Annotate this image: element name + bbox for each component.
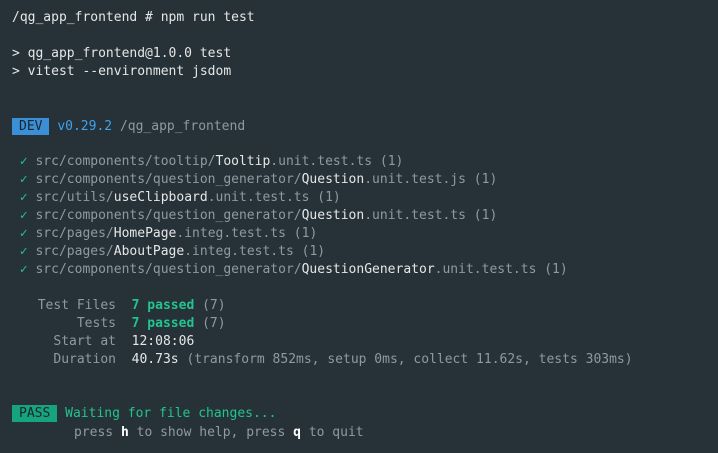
test-file-suffix: .unit.test.ts bbox=[270, 154, 373, 169]
waiting-text: Waiting for file changes... bbox=[65, 406, 277, 421]
test-result-row: ✓ src/pages/AboutPage.integ.test.ts (1) bbox=[12, 243, 325, 261]
quit-key: q bbox=[293, 425, 301, 440]
test-file-name: Tooltip bbox=[215, 154, 271, 169]
check-icon: ✓ bbox=[19, 226, 28, 241]
test-count: (1) bbox=[473, 172, 498, 187]
test-file-dir: src/components/question_generator/ bbox=[35, 172, 302, 187]
test-file-name: HomePage bbox=[113, 226, 177, 241]
test-file-suffix: .unit.test.ts bbox=[364, 208, 466, 223]
start-value: 12:08:06 bbox=[131, 334, 195, 349]
help-text-mid: to show help, press bbox=[128, 425, 294, 440]
test-count: (1) bbox=[473, 208, 498, 223]
duration-label: Duration bbox=[53, 352, 116, 367]
test-result-row: ✓ src/components/question_generator/Ques… bbox=[12, 261, 568, 279]
test-file-dir: src/components/question_generator/ bbox=[35, 208, 302, 223]
test-files-result: 7 passed bbox=[131, 298, 195, 313]
test-file-dir: src/pages/ bbox=[35, 244, 114, 259]
dev-mode-badge: DEV bbox=[12, 118, 50, 135]
test-file-suffix: .unit.test.js bbox=[364, 172, 466, 187]
help-hint-line: press h to show help, press q to quit bbox=[12, 424, 364, 442]
test-file-suffix: .unit.test.ts bbox=[434, 262, 537, 277]
check-icon: ✓ bbox=[19, 262, 28, 277]
test-file-dir: src/components/question_generator/ bbox=[35, 262, 302, 277]
test-file-name: QuestionGenerator bbox=[301, 262, 435, 277]
help-text-pre: press bbox=[74, 425, 121, 440]
test-file-name: Question bbox=[301, 208, 365, 223]
summary-start: Start at 12:08:06 bbox=[12, 333, 194, 351]
duration-value: 40.73s bbox=[131, 352, 179, 367]
test-file-name: useClipboard bbox=[113, 190, 208, 205]
check-icon: ✓ bbox=[19, 190, 28, 205]
watch-status-line: PASS Waiting for file changes... bbox=[12, 405, 276, 423]
duration-detail: (transform 852ms, setup 0ms, collect 11.… bbox=[186, 352, 633, 367]
vitest-header: DEV v0.29.2 /qg_app_frontend bbox=[12, 118, 245, 136]
test-files-count: (7) bbox=[202, 298, 226, 313]
script-echo-line-1: > qg_app_frontend@1.0.0 test bbox=[12, 46, 232, 61]
test-result-row: ✓ src/pages/HomePage.integ.test.ts (1) bbox=[12, 225, 317, 243]
test-file-name: AboutPage bbox=[113, 244, 185, 259]
terminal-window[interactable]: /qg_app_frontend # npm run test > qg_app… bbox=[0, 0, 718, 453]
script-echo-line-2: > vitest --environment jsdom bbox=[12, 64, 232, 79]
project-path: /qg_app_frontend bbox=[119, 119, 246, 134]
test-result-row: ✓ src/utils/useClipboard.unit.test.ts (1… bbox=[12, 189, 341, 207]
test-count: (1) bbox=[379, 154, 404, 169]
pass-status-badge: PASS bbox=[12, 405, 58, 422]
tests-result: 7 passed bbox=[131, 316, 195, 331]
test-file-dir: src/utils/ bbox=[35, 190, 114, 205]
test-count: (1) bbox=[317, 190, 341, 205]
test-result-row: ✓ src/components/tooltip/Tooltip.unit.te… bbox=[12, 153, 404, 171]
help-text-post: to quit bbox=[301, 425, 364, 440]
check-icon: ✓ bbox=[19, 244, 28, 259]
tests-label: Tests bbox=[76, 316, 116, 331]
help-key: h bbox=[120, 425, 129, 440]
check-icon: ✓ bbox=[19, 172, 28, 187]
vitest-version: v0.29.2 bbox=[57, 119, 113, 134]
start-label: Start at bbox=[53, 334, 116, 349]
summary-duration: Duration 40.73s (transform 852ms, setup … bbox=[12, 351, 633, 369]
test-result-row: ✓ src/components/question_generator/Ques… bbox=[12, 207, 497, 225]
check-icon: ✓ bbox=[19, 154, 28, 169]
test-file-dir: src/components/tooltip/ bbox=[35, 154, 216, 169]
test-file-suffix: .unit.test.ts bbox=[207, 190, 310, 205]
summary-tests: Tests 7 passed (7) bbox=[12, 315, 226, 333]
test-count: (1) bbox=[293, 226, 318, 241]
test-file-name: Question bbox=[301, 172, 365, 187]
command-prompt-line: /qg_app_frontend # npm run test bbox=[12, 10, 255, 25]
summary-test-files: Test Files 7 passed (7) bbox=[12, 297, 226, 315]
test-count: (1) bbox=[301, 244, 326, 259]
test-file-suffix: .integ.test.ts bbox=[176, 226, 286, 241]
test-result-row: ✓ src/components/question_generator/Ques… bbox=[12, 171, 497, 189]
test-file-suffix: .integ.test.ts bbox=[184, 244, 294, 259]
test-count: (1) bbox=[544, 262, 568, 277]
test-files-label: Test Files bbox=[37, 298, 116, 313]
tests-count: (7) bbox=[202, 316, 226, 331]
test-file-dir: src/pages/ bbox=[35, 226, 114, 241]
check-icon: ✓ bbox=[19, 208, 28, 223]
